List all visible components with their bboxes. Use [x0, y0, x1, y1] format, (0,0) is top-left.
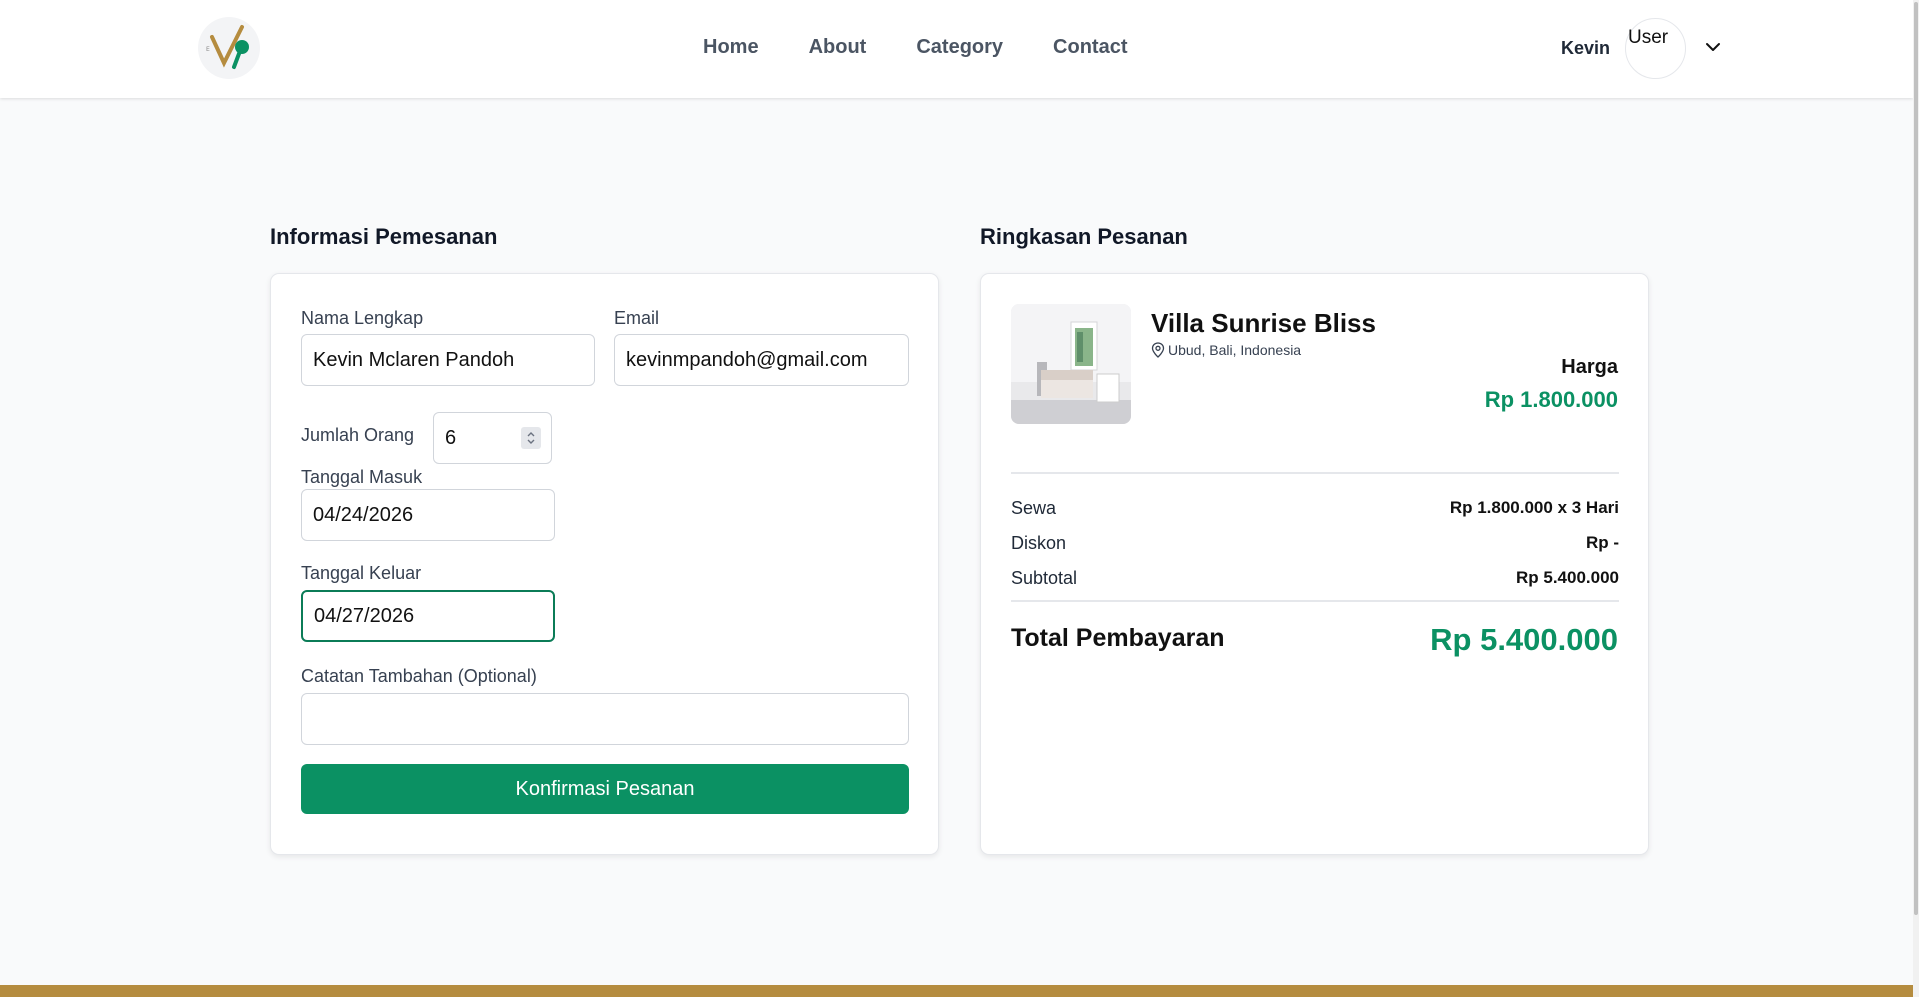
villa-name: Villa Sunrise Bliss [1151, 308, 1376, 338]
discount-value: Rp - [1585, 533, 1619, 552]
user-name[interactable]: Kevin [1561, 38, 1610, 59]
order-summary-card: Villa Sunrise Bliss Ubud, Bali, Indonesi… [980, 273, 1649, 855]
summary-row-subtotal: Subtotal Rp 5.400.000 [1011, 568, 1619, 589]
price-label: Harga [1561, 356, 1618, 378]
nav-category[interactable]: Category [916, 36, 1003, 59]
nav-contact[interactable]: Contact [1053, 36, 1127, 59]
email-field[interactable]: kevinmpandoh@gmail.com [614, 334, 909, 386]
email-label: Email [614, 308, 660, 328]
summary-row-rent: Sewa Rp 1.800.000 x 3 Hari [1011, 498, 1619, 519]
confirm-booking-button[interactable]: Konfirmasi Pesanan [301, 764, 909, 814]
scrollbar-thumb[interactable] [1914, 2, 1918, 915]
people-stepper[interactable]: 6 [433, 412, 552, 464]
stepper-arrows-icon[interactable] [521, 427, 541, 449]
map-pin-icon [1151, 342, 1165, 358]
full-name-field[interactable]: Kevin Mclaren Pandoh [301, 334, 595, 386]
notes-field[interactable] [301, 693, 909, 745]
people-label: Jumlah Orang [301, 425, 415, 445]
discount-label: Diskon [1011, 533, 1067, 553]
summary-row-discount: Diskon Rp - [1011, 533, 1619, 554]
villa-room-image [1011, 304, 1131, 424]
subtotal-label: Subtotal [1011, 568, 1078, 588]
main-nav: Home About Category Contact [703, 36, 1128, 59]
checkin-date-field[interactable]: 04/24/2026 [301, 489, 555, 541]
logo-mark-icon: E [206, 25, 249, 69]
avatar-alt-text: User [1628, 27, 1669, 48]
full-name-label: Nama Lengkap [301, 308, 424, 328]
summary-divider [1011, 472, 1619, 474]
site-header: E Home About Category Contact Kevin User [0, 0, 1913, 98]
total-value: Rp 5.400.000 [1430, 622, 1618, 657]
checkout-date-field[interactable]: 04/27/2026 [301, 590, 555, 642]
villa-location-text: Ubud, Bali, Indonesia [1168, 342, 1302, 358]
chevron-down-icon[interactable] [1702, 36, 1724, 58]
price-value: Rp 1.800.000 [1484, 387, 1618, 412]
nav-about[interactable]: About [809, 36, 867, 59]
rent-value: Rp 1.800.000 x 3 Hari [1449, 498, 1619, 517]
footer-bar [0, 985, 1913, 997]
people-value: 6 [445, 426, 457, 449]
rent-label: Sewa [1011, 498, 1057, 518]
subtotal-value: Rp 5.400.000 [1515, 568, 1619, 587]
booking-info-title: Informasi Pemesanan [270, 224, 498, 249]
villa-thumbnail [1011, 304, 1131, 424]
booking-form-card: Nama Lengkap Kevin Mclaren Pandoh Email … [270, 273, 939, 855]
page-scrollbar[interactable] [1913, 0, 1919, 997]
villa-location: Ubud, Bali, Indonesia [1151, 342, 1301, 358]
order-summary-title: Ringkasan Pesanan [980, 224, 1188, 249]
svg-text:E: E [206, 46, 210, 53]
avatar[interactable]: User [1625, 18, 1686, 79]
checkin-label: Tanggal Masuk [301, 467, 423, 487]
total-label: Total Pembayaran [1011, 624, 1225, 652]
notes-label: Catatan Tambahan (Optional) [301, 666, 537, 686]
total-divider [1011, 600, 1619, 602]
brand-logo[interactable]: E [198, 17, 260, 79]
checkout-label: Tanggal Keluar [301, 563, 422, 583]
nav-home[interactable]: Home [703, 36, 759, 59]
